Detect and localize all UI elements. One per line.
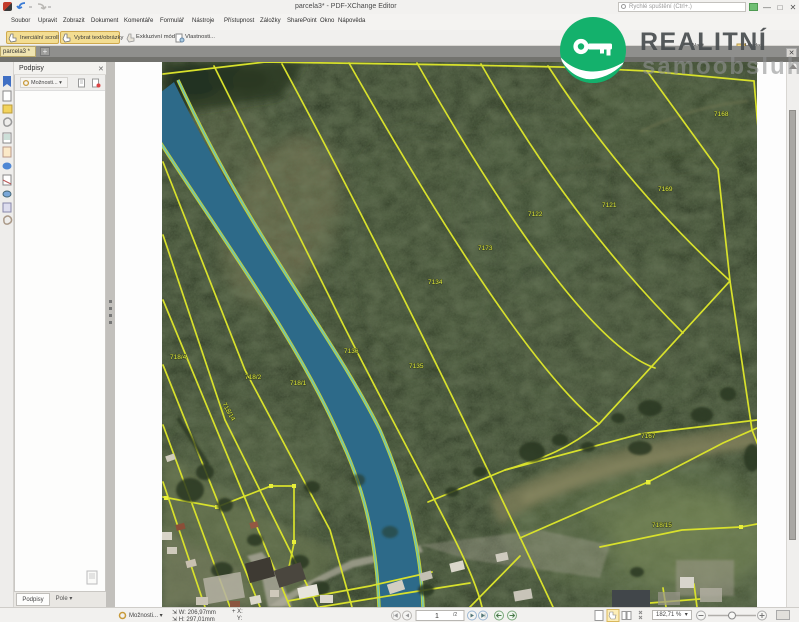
- svg-text:718/4: 718/4: [170, 354, 187, 361]
- svg-text:7168: 7168: [714, 111, 729, 118]
- svg-text:7134: 7134: [428, 279, 443, 286]
- svg-text:718/2: 718/2: [245, 374, 262, 381]
- svg-text:7167: 7167: [641, 433, 656, 440]
- svg-text:1: 1: [435, 613, 439, 620]
- svg-text:7169: 7169: [658, 186, 673, 193]
- svg-text:7136: 7136: [344, 348, 359, 355]
- svg-text:718/1: 718/1: [290, 380, 307, 387]
- svg-text:7135: 7135: [409, 363, 424, 370]
- svg-text:7121: 7121: [602, 202, 617, 209]
- svg-text:7173: 7173: [478, 245, 493, 252]
- svg-text:/2: /2: [453, 612, 457, 618]
- svg-text:7122: 7122: [528, 211, 543, 218]
- svg-text:718/15: 718/15: [652, 522, 672, 529]
